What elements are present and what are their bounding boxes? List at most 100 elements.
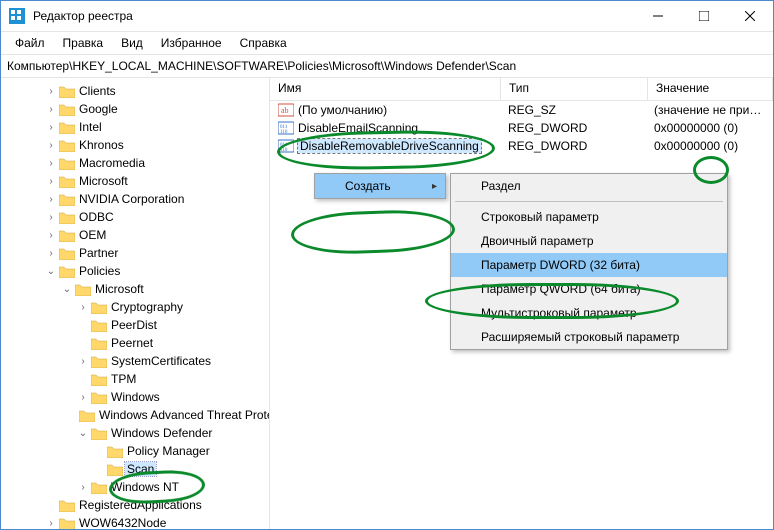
chevron-right-icon[interactable]: › [45, 122, 57, 133]
value-type: REG_SZ [500, 103, 646, 117]
tree-node-label: Policies [77, 264, 122, 278]
tree-node[interactable]: ›SystemCertificates [77, 352, 269, 370]
tree-node[interactable]: ›Partner [45, 244, 269, 262]
tree-node[interactable]: ›Microsoft [45, 172, 269, 190]
tree-node[interactable]: › Khronos [45, 136, 269, 154]
context-item[interactable]: Раздел [451, 174, 727, 198]
chevron-right-icon[interactable]: › [45, 230, 57, 241]
folder-icon [91, 354, 107, 368]
chevron-down-icon[interactable]: ⌄ [77, 428, 89, 439]
tree-node[interactable]: Peernet [77, 334, 269, 352]
value-data: (значение не присвоено) [646, 103, 773, 117]
tree-node[interactable]: ›Macromedia [45, 154, 269, 172]
maximize-button[interactable] [681, 1, 727, 31]
context-item[interactable]: Параметр QWORD (64 бита) [451, 277, 727, 301]
chevron-down-icon[interactable]: ⌄ [45, 266, 57, 277]
chevron-right-icon[interactable]: › [45, 248, 57, 259]
tree-node[interactable]: ›NVIDIA Corporation [45, 190, 269, 208]
chevron-down-icon[interactable]: ⌄ [61, 284, 73, 295]
chevron-right-icon[interactable]: › [45, 212, 57, 223]
tree-node-label: Policy Manager [125, 444, 212, 458]
chevron-right-icon[interactable]: › [77, 392, 89, 403]
col-header-name[interactable]: Имя [270, 78, 501, 100]
value-data: 0x00000000 (0) [646, 121, 773, 135]
context-menu-new-submenu[interactable]: Раздел Строковый параметрДвоичный парамет… [450, 173, 728, 350]
tree-node-label: Khronos [77, 138, 126, 152]
folder-icon [91, 300, 107, 314]
context-item-create[interactable]: Создать [315, 174, 445, 198]
table-row[interactable]: DisableRemovableDriveScanningREG_DWORD0x… [270, 137, 773, 155]
table-row[interactable]: (По умолчанию)REG_SZ(значение не присвое… [270, 101, 773, 119]
tree-node[interactable]: ›Clients [45, 82, 269, 100]
folder-icon [59, 498, 75, 512]
menu-view[interactable]: Вид [113, 34, 151, 52]
tree-node[interactable]: › OEM [45, 226, 269, 244]
folder-icon [59, 84, 75, 98]
context-item[interactable]: Строковый параметр [451, 205, 727, 229]
col-header-value[interactable]: Значение [648, 78, 773, 100]
value-type: REG_DWORD [500, 139, 646, 153]
tree-node[interactable]: Windows Advanced Threat Protection [77, 406, 269, 424]
folder-icon [59, 264, 75, 278]
col-header-type[interactable]: Тип [501, 78, 648, 100]
context-item[interactable]: Параметр DWORD (32 бита) [451, 253, 727, 277]
tree-node-label: Intel [77, 120, 104, 134]
regedit-icon [9, 8, 25, 24]
table-row[interactable]: DisableEmailScanning REG_DWORD0x00000000 … [270, 119, 773, 137]
tree-node[interactable]: Policy Manager [93, 442, 269, 460]
folder-icon [75, 282, 91, 296]
menu-edit[interactable]: Правка [55, 34, 112, 52]
menu-favorites[interactable]: Избранное [153, 34, 230, 52]
tree-node[interactable]: RegisteredApplications [45, 496, 269, 514]
context-separator [455, 201, 723, 202]
value-type: REG_DWORD [500, 121, 646, 135]
menu-file[interactable]: Файл [7, 34, 53, 52]
chevron-right-icon[interactable]: › [45, 194, 57, 205]
value-name: DisableEmailScanning [298, 121, 418, 135]
tree-node[interactable]: › Windows NT [77, 478, 269, 496]
chevron-right-icon[interactable]: › [45, 176, 57, 187]
folder-icon [79, 408, 95, 422]
context-item[interactable]: Расширяемый строковый параметр [451, 325, 727, 349]
context-menu-primary[interactable]: Создать [314, 173, 446, 199]
tree-node-label: Windows NT [109, 480, 181, 494]
chevron-right-icon[interactable]: › [77, 356, 89, 367]
minimize-button[interactable] [635, 1, 681, 31]
folder-icon [59, 192, 75, 206]
tree-node[interactable]: ⌄Windows Defender [77, 424, 269, 442]
folder-icon [59, 228, 75, 242]
tree-node[interactable]: ⌄Microsoft [61, 280, 269, 298]
context-item[interactable]: Мультистроковый параметр [451, 301, 727, 325]
tree-pane[interactable]: ›Clients›Google›Intel›Khronos›Macromedia… [1, 78, 270, 529]
chevron-right-icon[interactable]: › [45, 140, 57, 151]
list-header: Имя Тип Значение [270, 78, 773, 101]
chevron-right-icon[interactable]: › [45, 158, 57, 169]
close-button[interactable] [727, 1, 773, 31]
context-item[interactable]: Двоичный параметр [451, 229, 727, 253]
chevron-right-icon[interactable]: › [45, 104, 57, 115]
chevron-right-icon[interactable]: › [77, 482, 89, 493]
address-bar[interactable]: Компьютер\HKEY_LOCAL_MACHINE\SOFTWARE\Po… [1, 54, 773, 78]
tree-node-label: OEM [77, 228, 108, 242]
tree-node[interactable]: › Intel [45, 118, 269, 136]
tree-node[interactable]: TPM [77, 370, 269, 388]
tree-node[interactable]: ›WOW6432Node [45, 514, 269, 529]
folder-icon [59, 210, 75, 224]
folder-icon [91, 480, 107, 494]
menu-help[interactable]: Справка [232, 34, 295, 52]
tree-node[interactable]: ›ODBC [45, 208, 269, 226]
tree-node[interactable]: ›Windows [77, 388, 269, 406]
tree-node-label: RegisteredApplications [77, 498, 204, 512]
chevron-right-icon[interactable]: › [77, 302, 89, 313]
tree-node[interactable]: ›Cryptography [77, 298, 269, 316]
address-text: Компьютер\HKEY_LOCAL_MACHINE\SOFTWARE\Po… [7, 59, 516, 73]
tree-node[interactable]: ›Google [45, 100, 269, 118]
list-pane[interactable]: Имя Тип Значение (По умолчанию)REG_SZ(зн… [270, 78, 773, 529]
tree-node[interactable]: PeerDist [77, 316, 269, 334]
tree-node[interactable]: ⌄ Policies [45, 262, 269, 280]
folder-icon [59, 156, 75, 170]
chevron-right-icon[interactable]: › [45, 518, 57, 529]
chevron-right-icon[interactable]: › [45, 86, 57, 97]
tree-node[interactable]: Scan [93, 460, 269, 478]
folder-icon [59, 246, 75, 260]
